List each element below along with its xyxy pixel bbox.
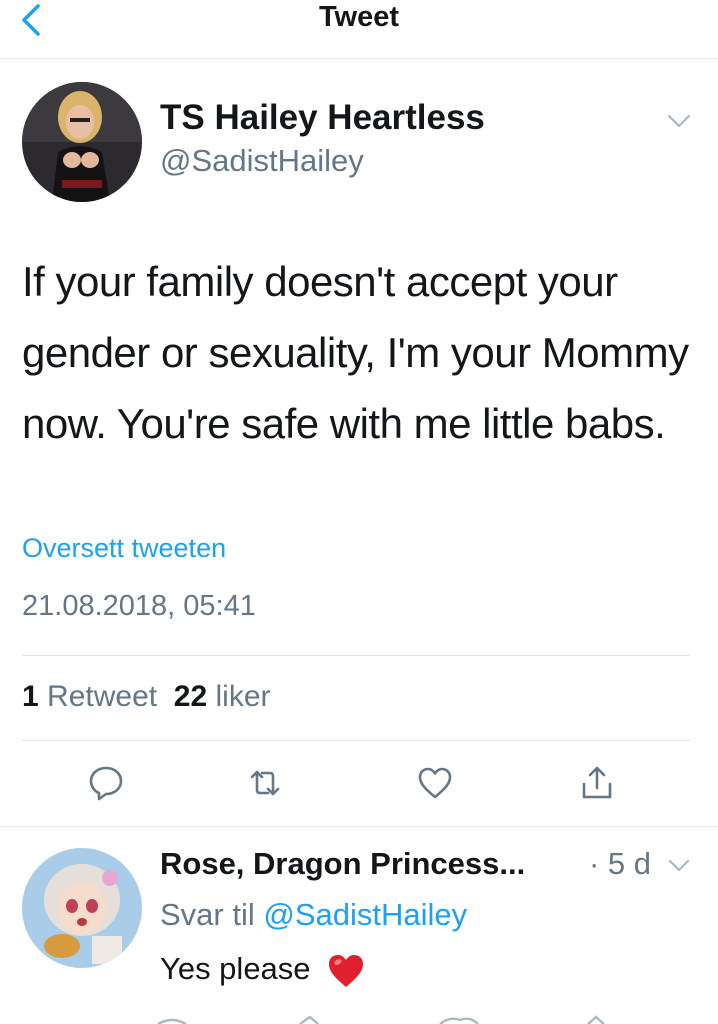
author-avatar[interactable] bbox=[22, 82, 142, 202]
navigation-bar: Tweet bbox=[0, 0, 718, 59]
chevron-down-icon[interactable] bbox=[667, 858, 691, 874]
reply-icon[interactable] bbox=[87, 764, 125, 802]
like-count: 22 bbox=[173, 680, 208, 713]
chevron-down-icon[interactable] bbox=[666, 112, 692, 130]
tweet-stats: 1 Retweet 22 liker bbox=[22, 680, 271, 714]
divider bbox=[0, 826, 718, 827]
tweet-text: If your family doesn't accept your gende… bbox=[22, 258, 689, 447]
replying-to-handle[interactable]: @SadistHailey bbox=[263, 897, 467, 932]
page-title: Tweet bbox=[318, 1, 400, 33]
retweet-label[interactable]: Retweet bbox=[47, 680, 157, 713]
reply-time: · 5 d bbox=[589, 846, 652, 881]
retweet-count: 1 bbox=[22, 680, 39, 713]
retweet-icon[interactable] bbox=[246, 764, 284, 802]
divider bbox=[22, 740, 690, 741]
reply-author-name[interactable]: Rose, Dragon Princess... bbox=[160, 846, 525, 882]
tweet-timestamp: 21.08.2018, 05:41 bbox=[22, 590, 256, 622]
author-name[interactable]: TS Hailey Heartless bbox=[160, 98, 485, 138]
divider bbox=[22, 655, 690, 656]
red-heart-emoji-icon bbox=[329, 954, 364, 987]
reply-text-content: Yes please bbox=[160, 951, 311, 986]
replying-to: Svar til @SadistHailey bbox=[160, 897, 467, 933]
replying-to-label: Svar til bbox=[160, 897, 255, 932]
translate-tweet-link[interactable]: Oversett tweeten bbox=[22, 533, 226, 564]
reply-action-bar bbox=[157, 1015, 605, 1024]
like-icon[interactable] bbox=[416, 764, 454, 802]
author-handle[interactable]: @SadistHailey bbox=[160, 143, 364, 179]
share-icon[interactable] bbox=[578, 764, 616, 802]
reply-author-avatar[interactable] bbox=[22, 848, 142, 968]
reply-text: Yes please bbox=[160, 951, 365, 989]
like-label[interactable]: liker bbox=[215, 680, 270, 713]
